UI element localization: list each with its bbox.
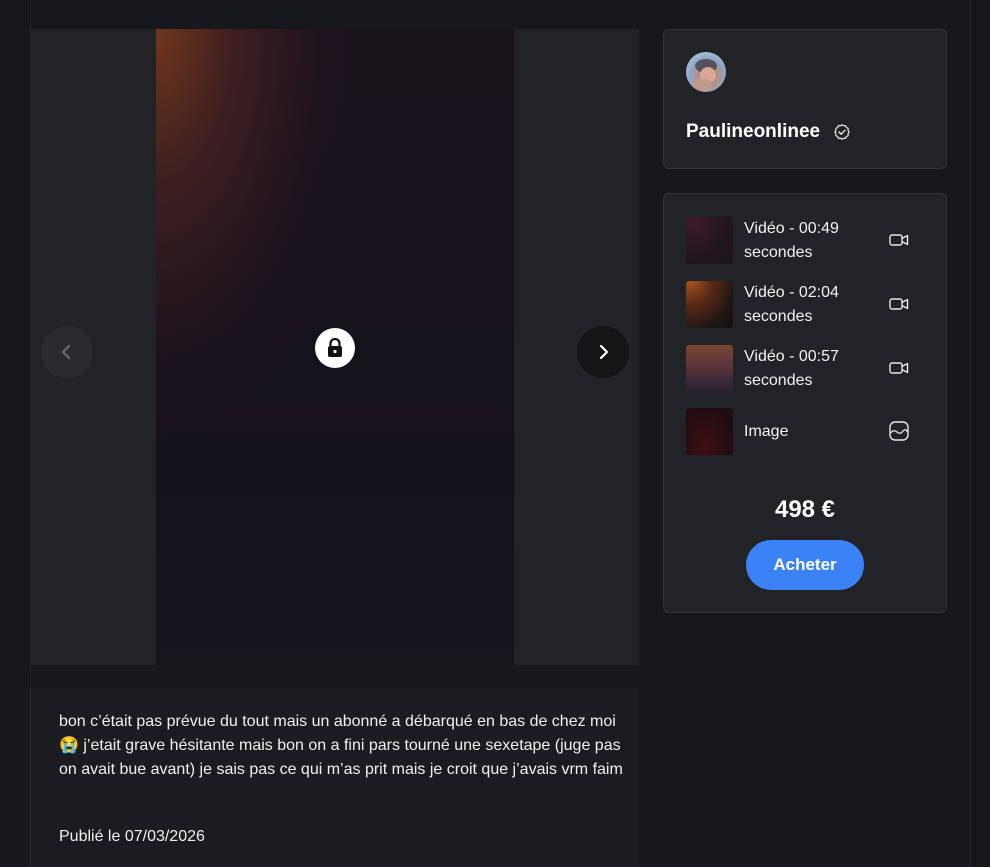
item-label: Image xyxy=(744,422,789,440)
video-camera-icon xyxy=(889,298,909,310)
lock-badge xyxy=(315,328,355,368)
item-thumbnail xyxy=(686,345,733,392)
lock-icon xyxy=(328,337,342,357)
published-date: Publié le 07/03/2026 xyxy=(59,828,205,845)
item-thumbnail xyxy=(686,408,733,455)
item-label: Vidéo - 00:57 secondes xyxy=(744,347,839,389)
chevron-right-icon xyxy=(599,344,609,360)
creator-name-row[interactable]: Paulineonlinee xyxy=(686,121,851,143)
avatar[interactable] xyxy=(686,52,726,92)
chevron-left-icon xyxy=(61,344,71,360)
bundle-item: Vidéo - 00:57 secondes xyxy=(686,345,926,392)
creator-card: Paulineonlinee xyxy=(663,29,947,169)
creator-username: Paulineonlinee xyxy=(686,121,821,142)
video-camera-icon xyxy=(889,234,909,246)
bundle-item: Image xyxy=(686,408,926,455)
bundle-price: 498 € xyxy=(774,496,836,523)
video-camera-icon xyxy=(889,362,909,374)
post-caption-panel: bon c’était pas prévue du tout mais un a… xyxy=(31,688,639,867)
media-viewer xyxy=(31,29,639,665)
post-caption: bon c’était pas prévue du tout mais un a… xyxy=(59,713,623,778)
buy-button[interactable]: Acheter xyxy=(746,540,864,590)
bundle-item: Vidéo - 00:49 secondes xyxy=(686,217,926,264)
previous-media-button[interactable] xyxy=(41,326,93,378)
next-media-button[interactable] xyxy=(577,326,629,378)
verified-check-icon xyxy=(834,124,851,140)
item-label: Vidéo - 00:49 secondes xyxy=(744,219,839,261)
avatar-picture-icon xyxy=(692,59,717,92)
page-border-right xyxy=(970,0,971,867)
item-thumbnail xyxy=(686,281,733,328)
bundle-card: Vidéo - 00:49 secondes Vidéo - 02:04 sec… xyxy=(663,193,947,613)
bundle-item: Vidéo - 02:04 secondes xyxy=(686,281,926,328)
image-icon xyxy=(889,421,909,441)
item-label: Vidéo - 02:04 secondes xyxy=(744,283,839,325)
item-thumbnail xyxy=(686,217,733,264)
